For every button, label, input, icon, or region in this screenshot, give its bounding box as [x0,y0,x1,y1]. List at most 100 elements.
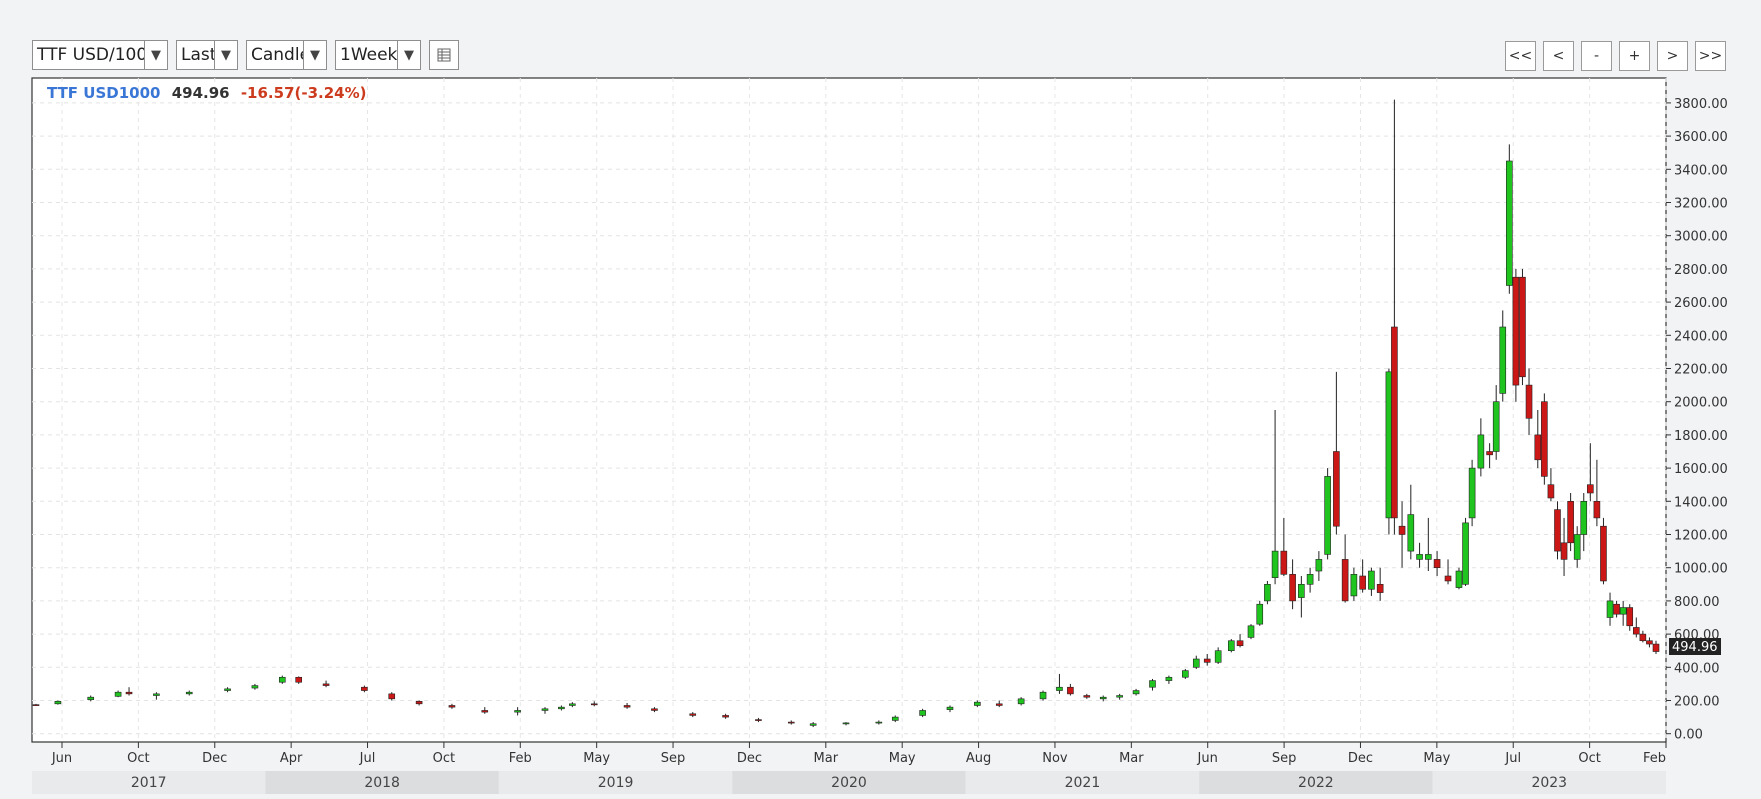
chart-legend: TTF USD1000 494.96 -16.57(-3.24%) [47,84,366,102]
legend-symbol: TTF USD1000 [47,84,160,102]
x-tick-label: Jun [51,751,72,766]
candle-body [1619,607,1627,615]
candle-body [1547,484,1555,499]
candle-body [1398,525,1406,535]
candle-body [1324,476,1331,555]
candle-body [1116,695,1123,698]
candle-body [1149,680,1156,688]
candle-body [787,721,795,724]
last-value-tag: 494.96 [1669,638,1721,655]
candle-body [1214,650,1222,663]
x-tick-label: Sep [661,751,686,766]
candle-body [1083,695,1091,698]
candle-body [1289,574,1296,602]
candle-body [1165,676,1173,681]
candle-body [278,676,286,683]
candle-body [1462,522,1469,585]
y-tick-label: 400.00 [1674,661,1720,676]
x-tick-label: Oct [433,751,455,766]
y-tick-label: 1000.00 [1674,562,1728,577]
year-label: 2022 [1298,775,1334,791]
y-tick-label: 800.00 [1674,595,1720,610]
x-tick-label: Dec [737,751,762,766]
x-tick-label: Mar [814,751,839,766]
candle-body [1519,276,1526,378]
legend-last: 494.96 [172,84,230,102]
candle-body [32,704,40,706]
candle-body [1227,640,1235,651]
candle-body [1315,559,1323,572]
candle-body [590,703,598,706]
candle-body [1632,627,1640,635]
candle-body [251,685,259,689]
candle-body [1425,554,1432,560]
y-tick-label: 2600.00 [1674,296,1728,311]
candle-body [689,713,697,716]
x-tick-label: Oct [1578,751,1600,766]
candle-body [514,710,521,713]
candle-body [153,693,160,696]
y-tick-label: 3000.00 [1674,230,1728,245]
x-tick-label: May [889,751,916,766]
candle-body [1573,534,1581,560]
candle-body [125,691,133,695]
candlestick-chart[interactable]: 0.00200.00400.00600.00800.001000.001200.… [0,0,1761,799]
legend-change: -16.57(-3.24%) [241,84,367,102]
candle-body [651,708,658,711]
candle-body [1067,686,1074,695]
candle-body [481,710,489,713]
year-label: 2017 [131,775,167,791]
candle-body [1444,575,1452,582]
candle-body [1534,434,1542,461]
candle-body [1056,686,1063,691]
candle-body [1359,575,1366,590]
candle-body [1192,658,1200,668]
candle-body [1600,525,1607,582]
x-tick-label: Nov [1042,751,1068,766]
candle-body [755,719,762,721]
candle-body [1554,509,1561,552]
candle-body [1639,633,1647,642]
candle-body [415,701,423,705]
y-tick-label: 1800.00 [1674,429,1728,444]
candle-body [1652,643,1660,652]
candle-body [919,710,926,716]
candle-body [1017,698,1025,705]
candle-body [1182,670,1189,678]
candle-body [1280,550,1288,575]
x-tick-label: Jul [359,751,376,766]
candle-body [623,705,631,708]
candle-body [1247,625,1255,638]
candle-body [1587,484,1594,494]
candle-body [1407,514,1415,552]
candle-body [1099,696,1107,700]
y-tick-label: 3800.00 [1674,97,1728,112]
year-axis: 2017 2018 2019 2020 2021 2022 2023 [32,771,1666,794]
candle-body [54,701,62,705]
y-tick-label: 200.00 [1674,695,1720,710]
x-tick-label: Apr [280,751,303,766]
candle-body [1486,451,1493,456]
candle-body [1385,371,1393,519]
y-tick-label: 1600.00 [1674,462,1728,477]
candle-body [722,715,729,718]
candle-body [185,691,193,695]
candle-body [1298,583,1305,598]
candle-body [1333,451,1340,527]
year-label: 2019 [598,775,634,791]
candle-body [946,706,954,710]
y-tick-label: 3200.00 [1674,197,1728,212]
y-tick-label: 2800.00 [1674,263,1728,278]
y-tick-label: 1400.00 [1674,495,1728,510]
candle-body [1256,603,1264,625]
year-label: 2018 [364,775,400,791]
candle-body [87,696,95,700]
x-tick-label: Sep [1272,751,1297,766]
x-tick-label: Jul [1504,751,1521,766]
x-tick-label: Jun [1197,751,1218,766]
last-value-label: 494.96 [1672,640,1718,655]
candle-body [1506,160,1513,286]
candle-body [1391,326,1398,519]
x-tick-label: Dec [202,751,227,766]
candle-body [974,701,981,706]
